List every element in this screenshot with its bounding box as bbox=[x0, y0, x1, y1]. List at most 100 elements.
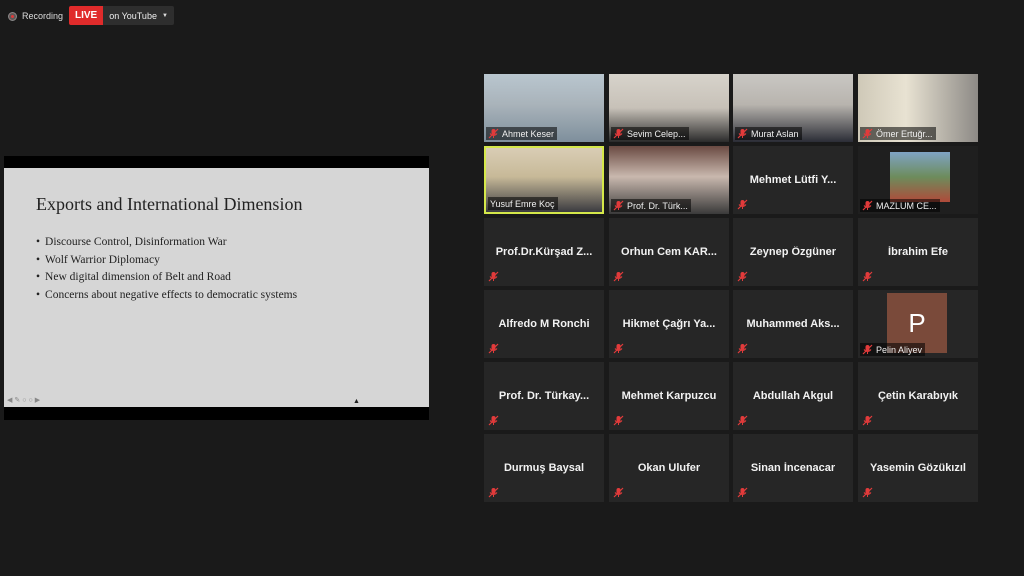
muted-mic-icon bbox=[862, 271, 873, 282]
muted-mic-icon bbox=[737, 128, 748, 139]
participant-name: Sinan İncenacar bbox=[750, 462, 836, 474]
recording-label: Recording bbox=[22, 11, 64, 21]
previous-slide-icon[interactable]: ◀ bbox=[7, 396, 12, 404]
muted-mic-icon bbox=[488, 343, 499, 354]
participant-name: Orhun Cem KAR... bbox=[621, 246, 717, 258]
participant-tile[interactable]: Yasemin Gözükızıl bbox=[858, 434, 978, 502]
presentation-slide: Exports and International Dimension Disc… bbox=[4, 168, 429, 407]
participant-name: Murat Aslan bbox=[751, 128, 799, 139]
participant-name: Okan Ulufer bbox=[637, 462, 701, 474]
shared-screen: Exports and International Dimension Disc… bbox=[4, 156, 429, 420]
muted-mic-icon bbox=[488, 128, 499, 139]
slide-bullet-list: Discourse Control, Disinformation War Wo… bbox=[36, 234, 297, 304]
muted-mic-icon bbox=[737, 487, 748, 498]
participant-tile[interactable]: Ömer Ertuğr... bbox=[858, 74, 978, 142]
menu-icon[interactable]: ○ bbox=[22, 396, 26, 404]
slide-bullet: New digital dimension of Belt and Road bbox=[36, 269, 297, 287]
participant-name-tag: Ahmet Keser bbox=[486, 127, 558, 140]
participant-tile[interactable]: Çetin Karabıyık bbox=[858, 362, 978, 430]
participant-tile[interactable]: Sinan İncenacar bbox=[733, 434, 853, 502]
muted-mic-icon bbox=[862, 487, 873, 498]
mouse-cursor-icon: ▲ bbox=[353, 397, 360, 405]
participant-tile[interactable]: Prof. Dr. Türk... bbox=[609, 146, 729, 214]
muted-mic-icon bbox=[613, 128, 624, 139]
muted-mic-icon bbox=[862, 415, 873, 426]
participant-tile[interactable]: Alfredo M Ronchi bbox=[484, 290, 604, 358]
participant-name: Durmuş Baysal bbox=[503, 462, 585, 474]
next-slide-icon[interactable]: ▶ bbox=[35, 396, 40, 404]
participant-tile[interactable]: Prof.Dr.Kürşad Z... bbox=[484, 218, 604, 286]
participant-tile[interactable]: Hikmet Çağrı Ya... bbox=[609, 290, 729, 358]
participant-tile[interactable]: Ahmet Keser bbox=[484, 74, 604, 142]
participant-name-tag: Yusuf Emre Koç bbox=[488, 197, 558, 210]
muted-mic-icon bbox=[862, 344, 873, 355]
participant-name: Prof. Dr. Türkay... bbox=[498, 390, 590, 402]
muted-mic-icon bbox=[613, 415, 624, 426]
participant-tile[interactable]: İbrahim Efe bbox=[858, 218, 978, 286]
participant-name: Pelin Aliyev bbox=[876, 344, 923, 355]
slide-bullet: Concerns about negative effects to democ… bbox=[36, 287, 297, 305]
muted-mic-icon bbox=[613, 487, 624, 498]
muted-mic-icon bbox=[488, 271, 499, 282]
muted-mic-icon bbox=[862, 128, 873, 139]
pen-icon[interactable]: ✎ bbox=[14, 396, 20, 404]
participant-name: Ahmet Keser bbox=[502, 128, 555, 139]
participant-name: Yasemin Gözükızıl bbox=[870, 462, 966, 474]
live-stream-control[interactable]: LIVE on YouTube ▼ bbox=[69, 6, 174, 25]
slide-title: Exports and International Dimension bbox=[36, 194, 303, 214]
participant-name: MAZLUM CE... bbox=[876, 200, 937, 211]
participant-name-tag: Ömer Ertuğr... bbox=[860, 127, 936, 140]
muted-mic-icon bbox=[737, 415, 748, 426]
participant-tile[interactable]: Durmuş Baysal bbox=[484, 434, 604, 502]
live-destination-label: on YouTube bbox=[109, 10, 157, 21]
muted-mic-icon bbox=[862, 200, 873, 211]
participant-name: Alfredo M Ronchi bbox=[498, 318, 590, 330]
participant-name: Abdullah Akgul bbox=[752, 390, 834, 402]
participant-name-tag: MAZLUM CE... bbox=[860, 199, 940, 212]
participant-name: Mehmet Karpuzcu bbox=[621, 390, 717, 402]
participant-tile[interactable]: Okan Ulufer bbox=[609, 434, 729, 502]
muted-mic-icon bbox=[737, 343, 748, 354]
participant-tile[interactable]: Yusuf Emre Koç bbox=[484, 146, 604, 214]
participant-tile[interactable]: P Pelin Aliyev bbox=[858, 290, 978, 358]
participant-name: Prof.Dr.Kürşad Z... bbox=[495, 246, 593, 258]
muted-mic-icon bbox=[613, 343, 624, 354]
zoom-icon[interactable]: ○ bbox=[29, 396, 33, 404]
participant-tile[interactable]: Orhun Cem KAR... bbox=[609, 218, 729, 286]
participant-name: Hikmet Çağrı Ya... bbox=[622, 318, 716, 330]
slide-bullet: Discourse Control, Disinformation War bbox=[36, 234, 297, 252]
participant-tile[interactable]: Murat Aslan bbox=[733, 74, 853, 142]
record-icon bbox=[8, 11, 17, 21]
participant-tile[interactable]: MAZLUM CE... bbox=[858, 146, 978, 214]
participant-name: Mehmet Lütfi Y... bbox=[749, 174, 837, 186]
slide-controls: ◀ ✎ ○ ○ ▶ bbox=[7, 396, 40, 404]
slide-bullet: Wolf Warrior Diplomacy bbox=[36, 252, 297, 270]
participant-name-tag: Prof. Dr. Türk... bbox=[611, 199, 691, 212]
participant-tile[interactable]: Sevim Celep... bbox=[609, 74, 729, 142]
participant-name: İbrahim Efe bbox=[888, 246, 948, 258]
participant-tile[interactable]: Muhammed Aks... bbox=[733, 290, 853, 358]
participant-tile[interactable]: Mehmet Karpuzcu bbox=[609, 362, 729, 430]
participant-name: Zeynep Özgüner bbox=[749, 246, 837, 258]
chevron-down-icon: ▼ bbox=[161, 12, 168, 19]
muted-mic-icon bbox=[613, 271, 624, 282]
muted-mic-icon bbox=[488, 487, 499, 498]
participant-name-tag: Murat Aslan bbox=[735, 127, 802, 140]
live-destination-dropdown[interactable]: on YouTube ▼ bbox=[103, 6, 174, 25]
participant-tile[interactable]: Abdullah Akgul bbox=[733, 362, 853, 430]
participant-tile[interactable]: Zeynep Özgüner bbox=[733, 218, 853, 286]
recording-indicator[interactable]: Recording bbox=[8, 9, 63, 23]
muted-mic-icon bbox=[737, 271, 748, 282]
participant-name-tag: Pelin Aliyev bbox=[860, 343, 926, 356]
participant-name: Sevim Celep... bbox=[627, 128, 686, 139]
participant-tile[interactable]: Prof. Dr. Türkay... bbox=[484, 362, 604, 430]
participant-name: Ömer Ertuğr... bbox=[876, 128, 933, 139]
muted-mic-icon bbox=[613, 200, 624, 211]
participant-name: Prof. Dr. Türk... bbox=[627, 200, 688, 211]
participant-name: Çetin Karabıyık bbox=[877, 390, 959, 402]
muted-mic-icon bbox=[488, 415, 499, 426]
participant-name: Muhammed Aks... bbox=[746, 318, 840, 330]
participant-name-tag: Sevim Celep... bbox=[611, 127, 689, 140]
live-badge: LIVE bbox=[69, 6, 104, 25]
participant-tile[interactable]: Mehmet Lütfi Y... bbox=[733, 146, 853, 214]
